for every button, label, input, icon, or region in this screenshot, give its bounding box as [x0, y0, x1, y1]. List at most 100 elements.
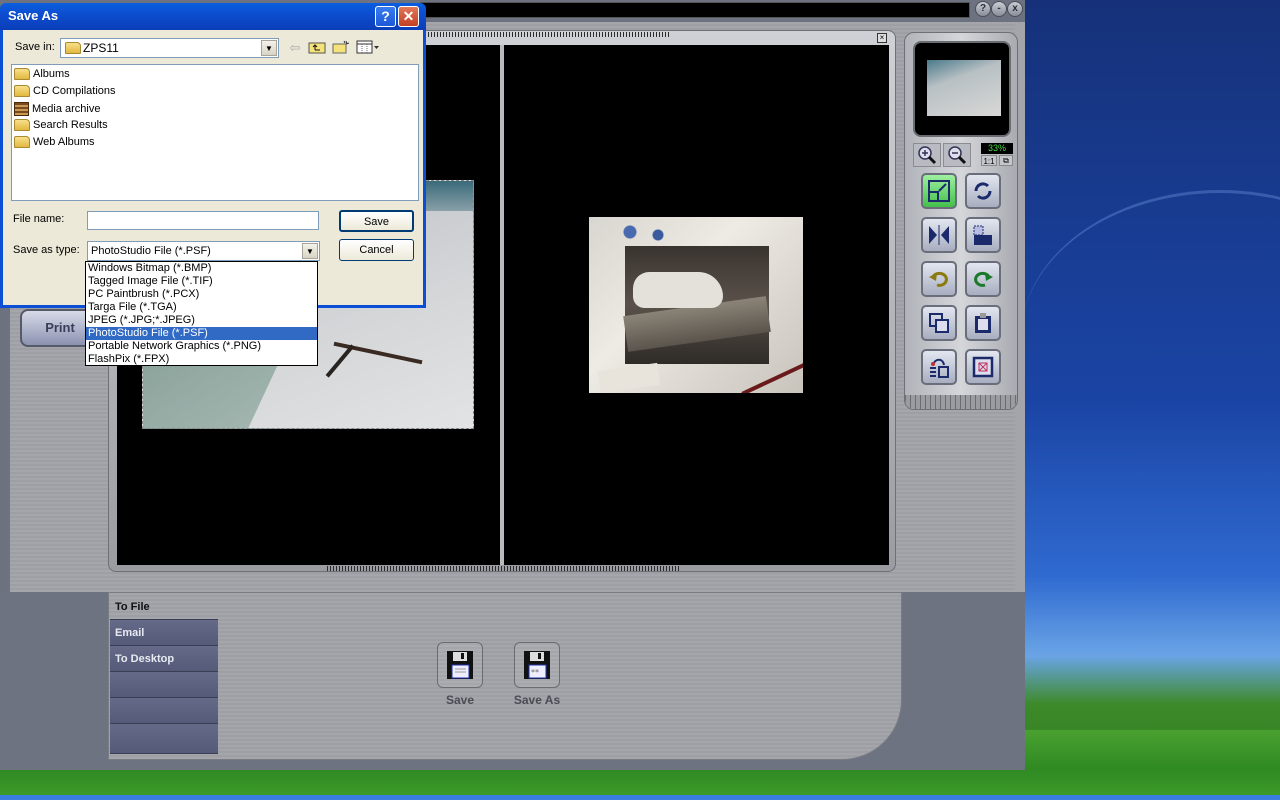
duplicate-icon — [929, 313, 949, 333]
redo-button[interactable] — [965, 261, 1001, 297]
type-option-selected[interactable]: PhotoStudio File (*.PSF) — [86, 327, 317, 340]
redo-icon — [974, 271, 993, 287]
file-list-item[interactable]: Albums — [14, 68, 70, 85]
transfer-icon — [930, 358, 949, 378]
output-panel — [108, 592, 902, 760]
dialog-close-button[interactable]: ✕ — [398, 6, 419, 27]
save-button[interactable]: Save — [339, 210, 414, 232]
fit-window-button[interactable]: ⧉ — [999, 155, 1013, 166]
transfer-button[interactable] — [921, 349, 957, 385]
view-menu-icon — [356, 40, 379, 54]
bottom-ruler[interactable] — [327, 566, 679, 571]
flip-tool-button[interactable] — [921, 217, 957, 253]
view-menu-button[interactable] — [355, 40, 381, 56]
tab-to-desktop[interactable]: To Desktop — [110, 646, 218, 672]
navigator-grip[interactable] — [905, 395, 1017, 409]
media-archive-icon — [14, 102, 29, 116]
type-option[interactable]: Windows Bitmap (*.BMP) — [86, 262, 317, 275]
frame-delete-icon — [972, 356, 994, 378]
wallpaper-rainbow — [1020, 190, 1280, 490]
file-list-item[interactable]: Search Results — [14, 119, 108, 136]
dialog-titlebar[interactable]: Save As ? ✕ — [0, 3, 426, 30]
app-help-button[interactable]: ? — [975, 1, 991, 17]
floppy-save-as-icon: ** — [524, 651, 550, 679]
paste-button[interactable] — [965, 305, 1001, 341]
zoom-in-icon — [918, 146, 937, 165]
tab-to-file[interactable]: To File — [110, 594, 218, 620]
zoom-out-button[interactable] — [943, 143, 971, 167]
folder-icon — [14, 136, 30, 149]
rotate-tool-button[interactable] — [965, 173, 1001, 209]
navigator-panel: 33% 1:1 ⧉ — [904, 32, 1018, 410]
type-option[interactable]: JPEG (*.JPG;*.JPEG) — [86, 314, 317, 327]
save-as-type-label: Save as type: — [13, 244, 80, 256]
type-option[interactable]: Targa File (*.TGA) — [86, 301, 317, 314]
crop-icon — [973, 225, 992, 245]
paste-icon — [975, 313, 991, 333]
navigator-screen[interactable] — [913, 41, 1011, 137]
zoom-out-icon — [948, 146, 967, 165]
output-tabs: To File Email To Desktop — [110, 594, 218, 754]
file-name-input[interactable] — [87, 211, 319, 230]
duplicate-button[interactable] — [921, 305, 957, 341]
taskbar[interactable] — [0, 795, 1280, 800]
folder-icon — [14, 85, 30, 98]
floppy-save-icon — [447, 651, 473, 679]
preview-close-button[interactable]: × — [877, 33, 887, 43]
save-as-type-dropdown[interactable]: PhotoStudio File (*.PSF) ▼ — [87, 241, 320, 261]
zoom-in-button[interactable] — [913, 143, 941, 167]
svg-text:**: ** — [531, 668, 539, 677]
tab-email[interactable]: Email — [110, 620, 218, 646]
tab-empty — [110, 724, 218, 754]
new-folder-button[interactable] — [331, 40, 351, 56]
app-close-button[interactable]: x — [1007, 1, 1023, 17]
file-list[interactable]: Albums CD Compilations Media archive Sea… — [11, 64, 419, 201]
crop-tool-button[interactable] — [965, 217, 1001, 253]
navigator-thumbnail[interactable] — [927, 60, 1001, 116]
new-folder-icon — [332, 40, 350, 54]
type-option[interactable]: Tagged Image File (*.TIF) — [86, 275, 317, 288]
tab-empty — [110, 698, 218, 724]
flip-icon — [929, 225, 949, 245]
back-button[interactable]: ⇦ — [285, 40, 305, 56]
save-in-dropdown[interactable]: ZPS11 ▼ — [60, 38, 279, 58]
save-in-value: ZPS11 — [83, 41, 119, 55]
undo-icon — [929, 271, 948, 287]
type-option[interactable]: PC Paintbrush (*.PCX) — [86, 288, 317, 301]
folder-icon — [14, 119, 30, 132]
chevron-down-icon[interactable]: ▼ — [261, 40, 277, 56]
cancel-button[interactable]: Cancel — [339, 239, 414, 261]
save-as-type-value: PhotoStudio File (*.PSF) — [91, 245, 211, 257]
tab-empty — [110, 672, 218, 698]
rotate-icon — [974, 182, 992, 200]
type-option[interactable]: Portable Network Graphics (*.PNG) — [86, 340, 317, 353]
actual-size-button[interactable]: 1:1 — [981, 155, 997, 166]
zoom-level-readout: 33% — [981, 143, 1013, 154]
baby-album-photo[interactable] — [589, 217, 803, 393]
save-as-type-options: Windows Bitmap (*.BMP) Tagged Image File… — [85, 261, 318, 366]
dialog-title: Save As — [8, 8, 59, 23]
file-name-label: File name: — [13, 213, 65, 225]
save-in-label: Save in: — [15, 41, 55, 53]
folder-icon — [65, 42, 81, 54]
type-option[interactable]: FlashPix (*.FPX) — [86, 353, 317, 366]
file-list-item[interactable]: Media archive — [14, 102, 100, 119]
frame-delete-button[interactable] — [965, 349, 1001, 385]
app-minimize-button[interactable]: - — [991, 1, 1007, 17]
resize-tool-button[interactable] — [921, 173, 957, 209]
folder-icon — [14, 68, 30, 81]
app-title-field — [420, 2, 970, 18]
save-action-label: Save — [445, 693, 475, 707]
chevron-down-icon[interactable]: ▼ — [302, 243, 318, 259]
up-folder-button[interactable] — [307, 40, 327, 56]
undo-button[interactable] — [921, 261, 957, 297]
back-arrow-icon: ⇦ — [289, 40, 301, 55]
file-list-item[interactable]: Web Albums — [14, 136, 95, 153]
save-action-button[interactable] — [437, 642, 483, 688]
file-list-item[interactable]: CD Compilations — [14, 85, 116, 102]
up-folder-icon — [308, 42, 326, 54]
resize-icon — [928, 180, 950, 202]
dialog-help-button[interactable]: ? — [375, 6, 396, 27]
save-as-action-button[interactable]: ** — [514, 642, 560, 688]
save-as-action-label: Save As — [513, 693, 561, 707]
